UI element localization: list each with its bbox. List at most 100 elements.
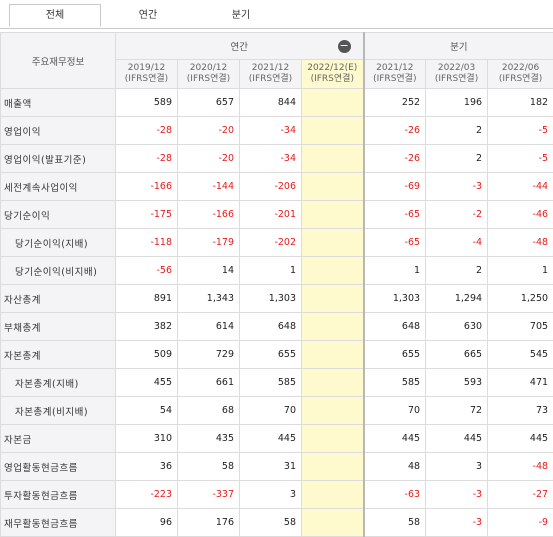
table-cell [302,145,364,173]
table-cell [302,201,364,229]
table-cell: 3 [426,453,488,481]
table-cell: -3 [426,173,488,201]
table-cell: 182 [488,89,553,117]
table-cell [302,89,364,117]
table-cell: 36 [116,453,178,481]
table-cell: 614 [178,313,240,341]
table-cell: -65 [364,201,426,229]
table-cell: 435 [178,425,240,453]
row-label[interactable]: 영업활동현금흐름 [1,453,116,481]
table-cell: -20 [178,145,240,173]
table-cell [302,509,364,537]
table-cell: 545 [488,341,553,369]
table-cell: -26 [364,117,426,145]
table-cell: -3 [426,509,488,537]
table-cell: 665 [426,341,488,369]
row-label[interactable]: 세전계속사업이익 [1,173,116,201]
column-basis: (IFRS연결) [370,74,421,85]
table-cell [302,453,364,481]
table-cell [302,397,364,425]
table-cell: 648 [240,313,302,341]
table-cell: -34 [240,145,302,173]
table-cell: -34 [240,117,302,145]
row-label[interactable]: 당기순이익(지배) [1,229,116,257]
table-cell: 509 [116,341,178,369]
table-cell [302,341,364,369]
table-cell: 471 [488,369,553,397]
table-cell: 844 [240,89,302,117]
table-cell: -9 [488,509,553,537]
table-cell: -28 [116,117,178,145]
table-cell: -179 [178,229,240,257]
column-basis: (IFRS연결) [183,74,234,85]
table-row: 영업활동현금흐름365831 483-48 [1,453,553,481]
minus-circle-icon[interactable]: − [338,40,351,53]
table-cell: -4 [426,229,488,257]
row-label[interactable]: 부채총계 [1,313,116,341]
table-row: 부채총계382614648648630705 [1,313,553,341]
table-cell: 1,294 [426,285,488,313]
table-cell: 1,303 [240,285,302,313]
column-header: 2021/12(IFRS연결) [364,60,426,89]
table-cell: 70 [364,397,426,425]
table-cell: -166 [178,201,240,229]
table-cell: 48 [364,453,426,481]
table-cell: -201 [240,201,302,229]
table-row: 자산총계8911,3431,3031,3031,2941,250 [1,285,553,313]
table-cell: 3 [240,481,302,509]
table-row: 자본금310435445445445445 [1,425,553,453]
table-cell: 445 [364,425,426,453]
column-period: 2022/12(E) [307,63,358,74]
row-label[interactable]: 영업이익(발표기준) [1,145,116,173]
table-cell: 1,250 [488,285,553,313]
table-cell: 705 [488,313,553,341]
table-row: 자본총계(지배)455661585585593471 [1,369,553,397]
table-cell: -65 [364,229,426,257]
table-cell: 31 [240,453,302,481]
table-cell: -26 [364,145,426,173]
row-header: 주요재무정보 [1,33,116,89]
table-cell: -27 [488,481,553,509]
row-label[interactable]: 매출액 [1,89,116,117]
row-label[interactable]: 당기순이익(비지배) [1,257,116,285]
tab-quarter[interactable]: 분기 [195,4,287,27]
row-label[interactable]: 자본총계(지배) [1,369,116,397]
table-row: 매출액589657844252196182 [1,89,553,117]
row-label[interactable]: 투자활동현금흐름 [1,481,116,509]
table-cell: 585 [240,369,302,397]
table-cell [302,369,364,397]
tab-all[interactable]: 전체 [9,4,101,27]
row-label[interactable]: 당기순이익 [1,201,116,229]
table-cell: 54 [116,397,178,425]
table-cell [302,481,364,509]
table-cell: 382 [116,313,178,341]
column-basis: (IFRS연결) [307,74,358,85]
table-cell: 1,303 [364,285,426,313]
annual-group-header: 연간 − [116,33,364,60]
table-cell: 310 [116,425,178,453]
table-cell: 648 [364,313,426,341]
column-period: 2020/12 [183,63,234,74]
column-basis: (IFRS연결) [245,74,296,85]
column-period: 2021/12 [245,63,296,74]
row-label[interactable]: 자본금 [1,425,116,453]
row-label[interactable]: 자본총계(비지배) [1,397,116,425]
table-row: 자본총계509729655655665545 [1,341,553,369]
tab-annual[interactable]: 연간 [102,4,194,27]
table-cell [302,425,364,453]
table-cell: -56 [116,257,178,285]
table-cell: 58 [240,509,302,537]
column-header: 2022/12(E)(IFRS연결) [302,60,364,89]
table-cell: 58 [364,509,426,537]
table-cell: 1,343 [178,285,240,313]
table-cell: -48 [488,453,553,481]
row-label[interactable]: 자본총계 [1,341,116,369]
annual-group-label: 연간 [231,42,248,53]
row-label[interactable]: 재무활동현금흐름 [1,509,116,537]
table-cell [302,285,364,313]
table-cell: 2 [426,145,488,173]
table-cell: 589 [116,89,178,117]
table-cell: 58 [178,453,240,481]
row-label[interactable]: 영업이익 [1,117,116,145]
row-label[interactable]: 자산총계 [1,285,116,313]
